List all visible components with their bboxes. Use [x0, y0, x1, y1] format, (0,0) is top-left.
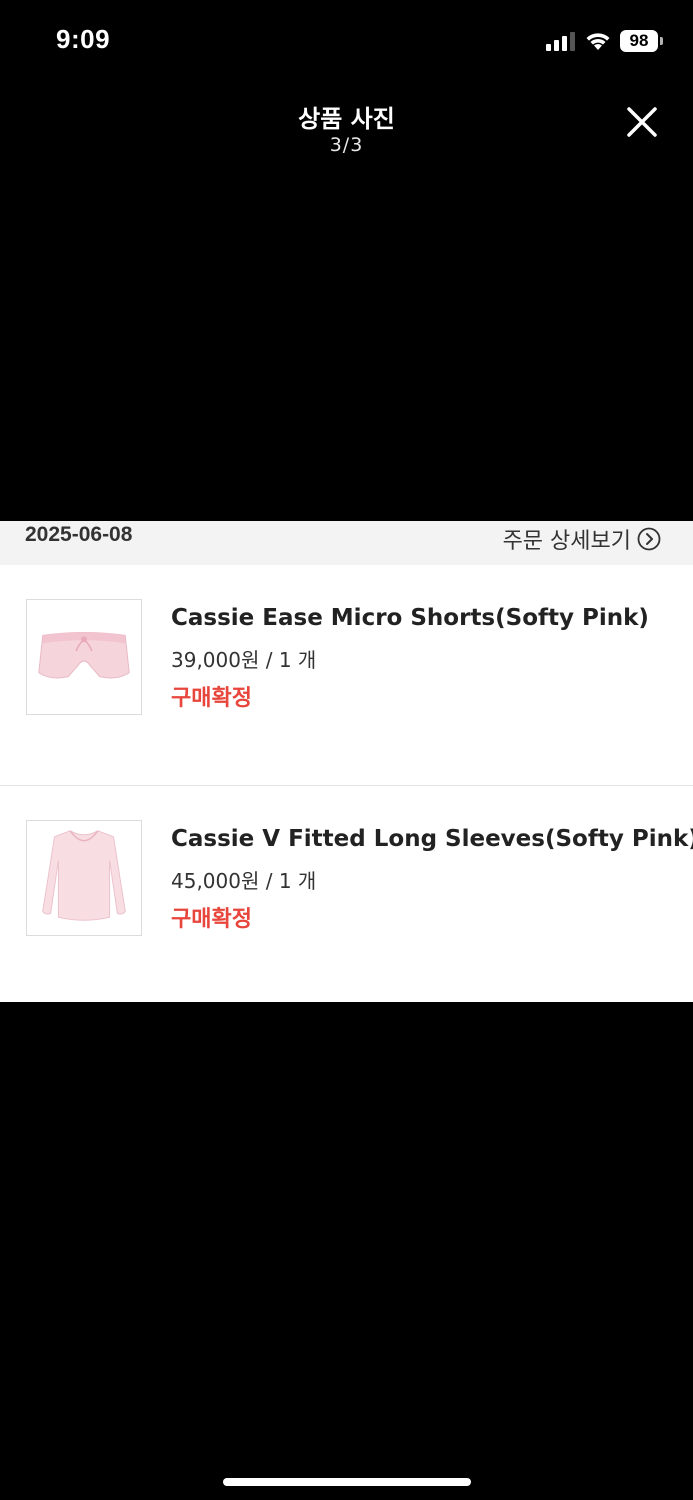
item-name: Cassie V Fitted Long Sleeves(Softy Pink): [171, 826, 693, 852]
pink-shorts-image: [26, 599, 142, 715]
item-price: 39,000원 / 1 개: [171, 648, 317, 672]
item-status-badge: 구매확정: [171, 686, 252, 711]
order-header: 2025-06-08 주문 상세보기: [0, 521, 693, 565]
list-item: Cassie Ease Micro Shorts(Softy Pink) 39,…: [0, 565, 693, 786]
battery-cap: [660, 37, 663, 45]
chevron-right-circle-icon: [637, 527, 661, 551]
order-photo: 2025-06-08 주문 상세보기 Cassie Ease Micro Sho…: [0, 521, 693, 1002]
close-icon: [627, 107, 657, 137]
status-icons: 98: [546, 28, 663, 54]
pink-long-sleeve-image: [26, 820, 142, 936]
order-date: 2025-06-08: [25, 523, 133, 546]
battery-icon: 98: [620, 30, 663, 52]
page-title: 상품 사진: [298, 105, 395, 133]
item-name: Cassie Ease Micro Shorts(Softy Pink): [171, 605, 649, 631]
close-button[interactable]: [622, 102, 662, 142]
signal-icon: [546, 32, 575, 51]
battery-level: 98: [620, 30, 658, 52]
order-detail-link[interactable]: 주문 상세보기: [503, 523, 661, 555]
item-price: 45,000원 / 1 개: [171, 869, 317, 893]
item-status-badge: 구매확정: [171, 907, 252, 932]
list-item: Cassie V Fitted Long Sleeves(Softy Pink)…: [0, 786, 693, 1002]
home-indicator[interactable]: [223, 1478, 471, 1486]
order-detail-label: 주문 상세보기: [502, 529, 631, 554]
status-time: 9:09: [56, 24, 111, 54]
photo-counter: 3/3: [329, 134, 364, 156]
wifi-icon: [586, 33, 610, 50]
status-bar: 9:09 98: [0, 0, 693, 80]
